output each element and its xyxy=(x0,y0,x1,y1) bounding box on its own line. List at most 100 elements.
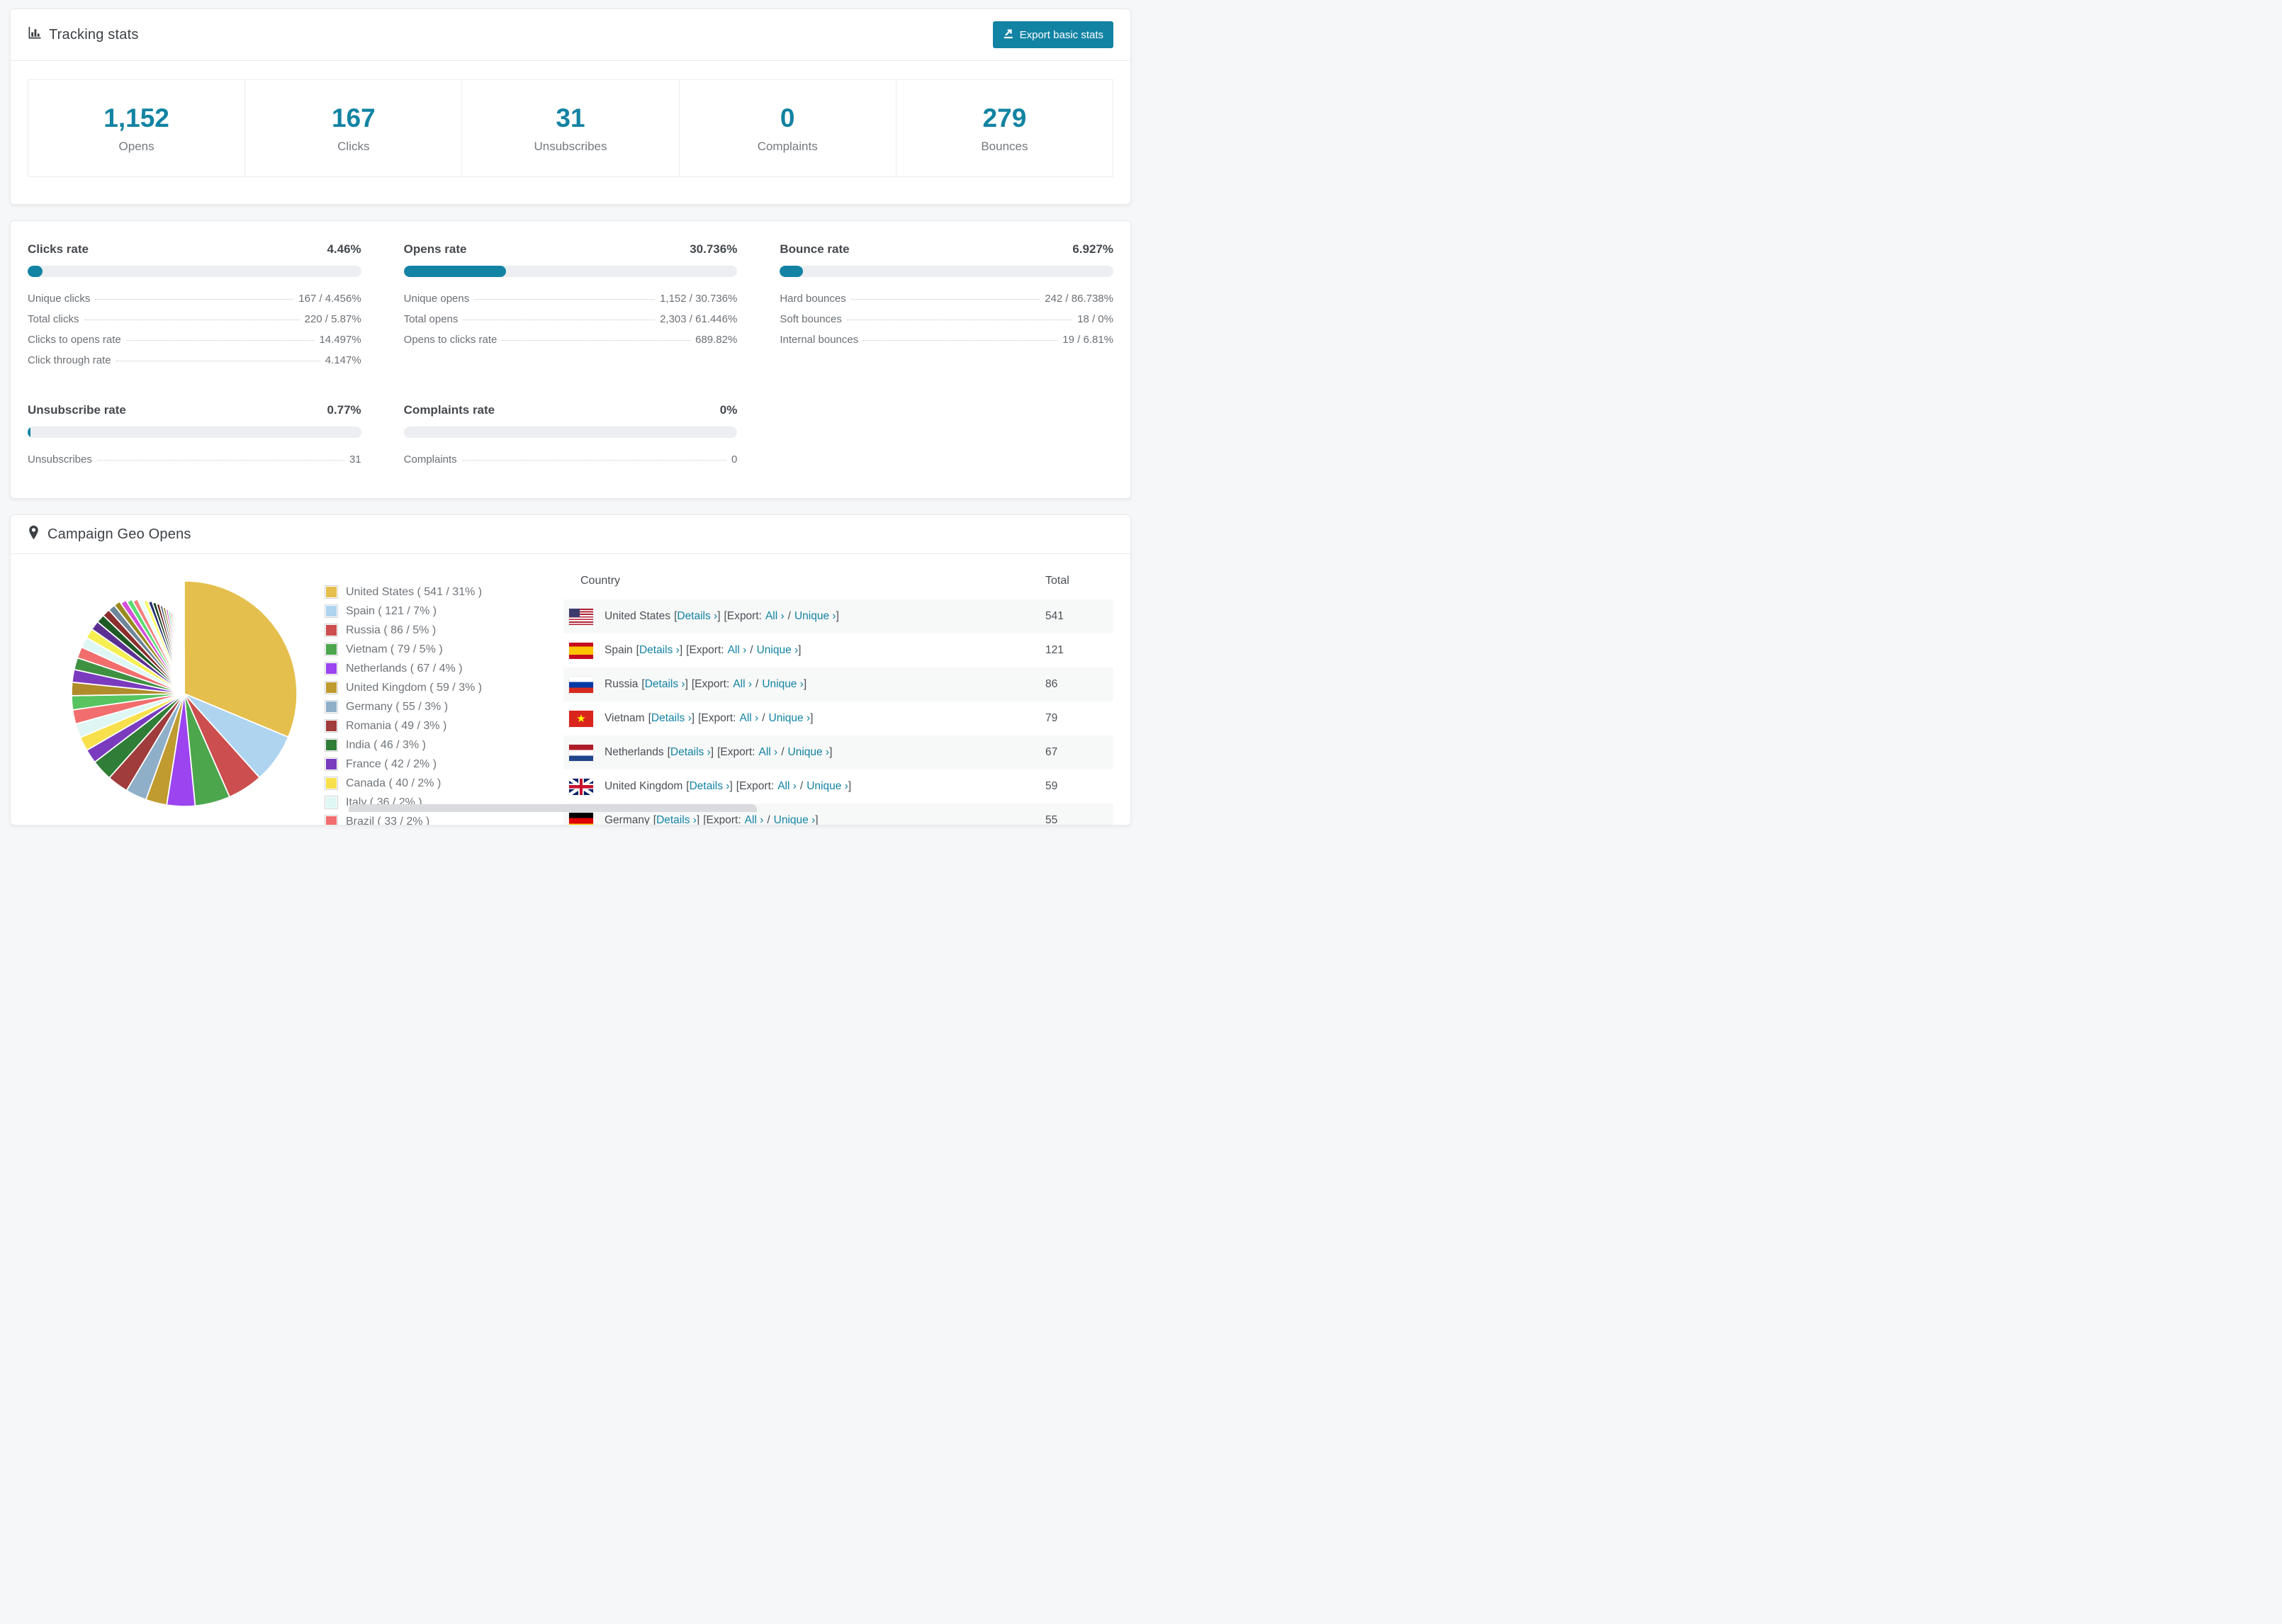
legend-swatch xyxy=(325,605,337,617)
export-unique-link[interactable]: Unique › xyxy=(806,780,848,793)
export-all-link[interactable]: All › xyxy=(740,712,759,725)
rate-detail-label: Click through rate xyxy=(28,354,111,366)
export-all-link[interactable]: All › xyxy=(765,610,785,623)
dotted-leader xyxy=(863,340,1058,341)
details-link[interactable]: Details › xyxy=(651,712,692,725)
bottom-scrollbar[interactable] xyxy=(349,804,757,812)
legend-swatch xyxy=(325,586,337,598)
details-link[interactable]: Details › xyxy=(670,746,711,759)
stat-label: Bounces xyxy=(981,139,1028,153)
tracking-stats-card: Tracking stats Export basic stats 1,152 … xyxy=(10,9,1131,205)
legend-swatch xyxy=(325,720,337,732)
legend-item: France ( 42 / 2% ) xyxy=(325,755,563,774)
export-all-link[interactable]: All › xyxy=(733,678,752,691)
clicks-rate-progress xyxy=(28,266,361,277)
campaign-geo-opens-card: Campaign Geo Opens United States ( 541 /… xyxy=(10,514,1131,825)
details-link[interactable]: Details › xyxy=(656,814,697,825)
legend-label: Germany ( 55 / 3% ) xyxy=(346,701,449,713)
country-cell: Vietnam[Details ›] [Export: All › / Unique ›… xyxy=(605,712,814,725)
export-unique-link[interactable]: Unique › xyxy=(757,644,799,657)
stat-label: Clicks xyxy=(337,139,370,153)
country-row: United Kingdom[Details ›] [Export: All › / U… xyxy=(563,769,1113,803)
country-name: United States xyxy=(605,610,671,622)
country-name: Germany xyxy=(605,814,650,825)
rate-title: Opens rate xyxy=(403,242,467,256)
rate-value: 0.77% xyxy=(327,403,361,417)
total-cell: 121 xyxy=(1045,644,1064,656)
rate-detail-value: 2,303 / 61.446% xyxy=(660,313,738,325)
rates-card: Clicks rate 4.46% Unique clicks 167 / 4.45… xyxy=(10,220,1131,499)
legend-label: United Kingdom ( 59 / 3% ) xyxy=(346,682,483,694)
rate-detail-label: Unsubscribes xyxy=(28,453,92,466)
export-all-link[interactable]: All › xyxy=(745,814,764,825)
export-all-link[interactable]: All › xyxy=(728,644,747,657)
legend-item: Canada ( 40 / 2% ) xyxy=(325,774,563,793)
legend-item: Romania ( 49 / 3% ) xyxy=(325,716,563,735)
export-all-link[interactable]: All › xyxy=(777,780,797,793)
stat-box-unsubscribes: 31 Unsubscribes xyxy=(461,79,680,177)
rate-title: Unsubscribe rate xyxy=(28,403,126,417)
column-header-country: Country xyxy=(580,575,621,587)
dotted-leader xyxy=(96,460,344,461)
country-cell: Russia[Details ›] [Export: All › / Unique ›] xyxy=(605,678,807,691)
legend-label: Russia ( 86 / 5% ) xyxy=(346,624,437,636)
stat-box-opens: 1,152 Opens xyxy=(28,79,246,177)
complaints-rate-progress xyxy=(403,427,738,438)
export-basic-stats-button[interactable]: Export basic stats xyxy=(992,21,1113,48)
unsubscribe-rate-progress xyxy=(28,427,361,438)
country-cell: Spain[Details ›] [Export: All › / Unique ›] xyxy=(605,644,802,657)
rate-detail-label: Complaints xyxy=(403,453,457,466)
legend-label: Vietnam ( 79 / 5% ) xyxy=(346,643,443,655)
stat-label: Unsubscribes xyxy=(534,139,607,153)
stat-label: Complaints xyxy=(757,139,818,153)
map-marker-icon xyxy=(28,525,40,543)
country-row: Russia[Details ›] [Export: All › / Unique ›]… xyxy=(563,667,1113,701)
legend-swatch xyxy=(325,816,337,825)
rate-detail-row: Total opens 2,303 / 61.446% xyxy=(404,313,738,334)
details-link[interactable]: Details › xyxy=(645,678,685,691)
legend-swatch xyxy=(325,739,337,751)
legend-label: Canada ( 40 / 2% ) xyxy=(346,777,442,789)
stat-box-clicks: 167 Clicks xyxy=(244,79,463,177)
rate-detail-row: Hard bounces 242 / 86.738% xyxy=(780,293,1113,313)
legend-swatch xyxy=(325,796,337,808)
export-unique-link[interactable]: Unique › xyxy=(788,746,830,759)
export-unique-link[interactable]: Unique › xyxy=(769,712,811,725)
geo-opens-pie-chart xyxy=(67,577,301,825)
dotted-leader xyxy=(474,299,656,300)
total-cell: 541 xyxy=(1045,610,1064,622)
bounce-rate-progress xyxy=(780,266,1113,277)
card-title: Campaign Geo Opens xyxy=(47,526,191,542)
details-link[interactable]: Details › xyxy=(690,780,730,793)
legend-label: France ( 42 / 2% ) xyxy=(346,758,437,770)
export-unique-link[interactable]: Unique › xyxy=(794,610,836,623)
rate-detail-row: Unique clicks 167 / 4.456% xyxy=(28,293,361,313)
rate-detail-value: 31 xyxy=(349,453,361,466)
legend-item: Netherlands ( 67 / 4% ) xyxy=(325,659,563,678)
rate-title: Clicks rate xyxy=(28,242,89,256)
rate-detail-label: Unique opens xyxy=(403,293,470,305)
export-unique-link[interactable]: Unique › xyxy=(762,678,804,691)
rate-detail-row: Internal bounces 19 / 6.81% xyxy=(780,334,1113,354)
flag-vn-icon: ★ xyxy=(569,710,593,727)
rate-value: 6.927% xyxy=(1072,242,1113,256)
legend-swatch xyxy=(325,662,337,675)
rate-detail-label: Internal bounces xyxy=(780,334,859,346)
stat-box-complaints: 0 Complaints xyxy=(678,79,896,177)
details-link[interactable]: Details › xyxy=(677,610,717,623)
rate-detail-value: 4.147% xyxy=(325,354,361,366)
rate-detail-label: Clicks to opens rate xyxy=(28,334,121,346)
total-cell: 67 xyxy=(1045,746,1058,758)
details-link[interactable]: Details › xyxy=(639,644,680,657)
country-name: United Kingdom xyxy=(605,780,683,792)
country-cell: United Kingdom[Details ›] [Export: All › / U… xyxy=(605,780,852,793)
rate-detail-label: Opens to clicks rate xyxy=(403,334,498,346)
legend-swatch xyxy=(325,682,337,694)
rate-detail-row: Complaints 0 xyxy=(404,453,738,474)
opens-rate-panel: Opens rate 30.736% Unique opens 1,152 / 30… xyxy=(403,242,738,375)
export-all-link[interactable]: All › xyxy=(758,746,777,759)
country-name: Netherlands xyxy=(605,746,664,758)
country-name: Spain xyxy=(605,644,633,656)
rate-detail-value: 689.82% xyxy=(695,334,738,346)
export-unique-link[interactable]: Unique › xyxy=(774,814,816,825)
